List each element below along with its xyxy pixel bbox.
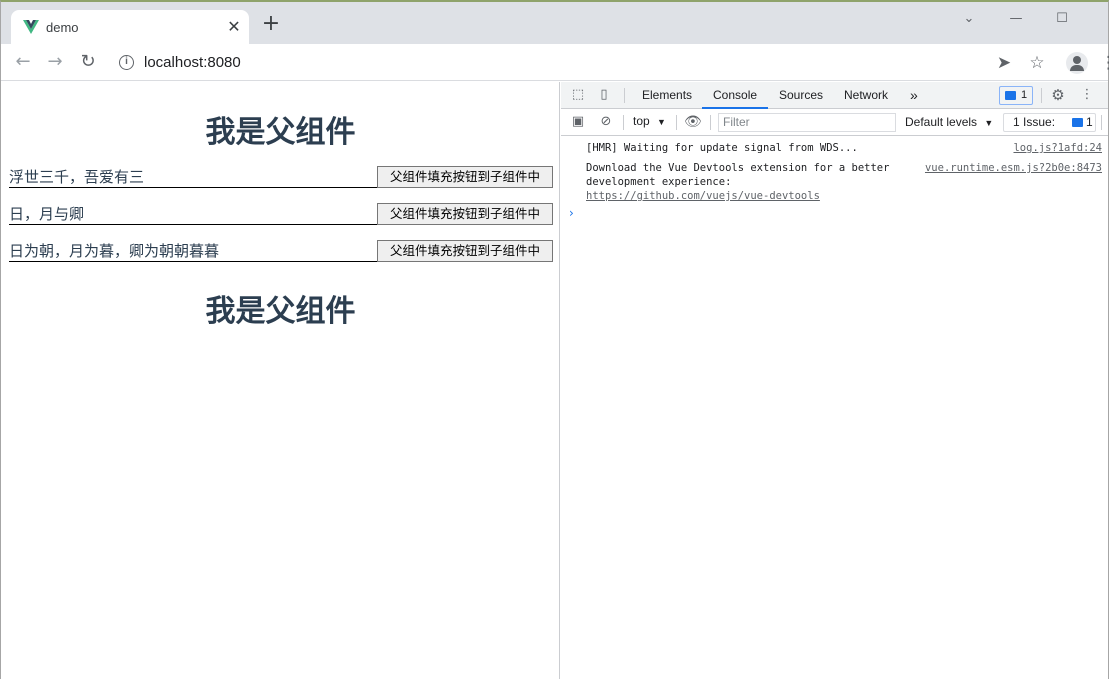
devtools-link[interactable]: https://github.com/vuejs/vue-devtools [586, 189, 889, 203]
levels-select[interactable]: Default levels ▼ [905, 115, 993, 129]
more-icon[interactable]: ⋮ [1079, 87, 1095, 103]
title-bar: demo ✕ + ⌄ — ☐ [1, 2, 1108, 45]
filter-input[interactable]: Filter [718, 113, 896, 132]
vue-logo-icon [23, 20, 39, 34]
tab-search-icon[interactable]: ⌄ [958, 8, 980, 30]
sidebar-toggle-icon[interactable]: ▣ [570, 114, 586, 130]
message-source-link[interactable]: vue.runtime.esm.js?2b0e:8473 [925, 161, 1102, 175]
divider [676, 115, 677, 130]
divider [1041, 88, 1042, 103]
browser-window: demo ✕ + ⌄ — ☐ ← → ↻ i localhost:8080 ➤ … [0, 0, 1109, 679]
issues-count: 1 [1086, 115, 1093, 129]
console-prompt[interactable]: › [569, 206, 574, 220]
message-source-link[interactable]: log.js?1afd:24 [1013, 141, 1102, 155]
context-select[interactable]: top ▼ [633, 114, 666, 128]
message-line: development experience: [586, 176, 732, 188]
list-item: 浮世三千，吾爱有三 父组件填充按钮到子组件中 [9, 166, 553, 190]
info-icon[interactable]: i [119, 55, 134, 70]
issues-label: 1 Issue: [1013, 115, 1056, 129]
chevron-down-icon: ▼ [657, 117, 666, 127]
device-toggle-icon[interactable]: ▯ [596, 87, 612, 103]
page-viewport: 我是父组件 浮世三千，吾爱有三 父组件填充按钮到子组件中 日，月与卿 父组件填充… [1, 82, 560, 679]
fill-button[interactable]: 父组件填充按钮到子组件中 [377, 203, 553, 225]
message-line: Download the Vue Devtools extension for … [586, 162, 890, 174]
more-icon[interactable]: ⋮ [1100, 53, 1109, 73]
chevron-down-icon: ▼ [984, 118, 994, 128]
eye-icon[interactable]: 👁 [684, 114, 702, 130]
console-filterbar: ▣ ⊘ top ▼ 👁 Filter Default levels ▼ 1 Is… [561, 109, 1108, 136]
console-message: Download the Vue Devtools extension for … [586, 161, 889, 203]
console-message: [HMR] Waiting for update signal from WDS… [586, 142, 858, 154]
console-output: [HMR] Waiting for update signal from WDS… [561, 137, 1108, 679]
browser-tab[interactable]: demo ✕ [11, 10, 249, 45]
parent-heading: 我是父组件 [205, 294, 356, 329]
tab-sources[interactable]: Sources [779, 82, 823, 109]
divider [624, 88, 625, 103]
forward-icon[interactable]: → [45, 52, 65, 72]
fill-button[interactable]: 父组件填充按钮到子组件中 [377, 166, 553, 188]
star-icon[interactable]: ☆ [1027, 53, 1047, 73]
send-icon[interactable]: ➤ [994, 53, 1014, 73]
devtools-tabbar: ⬚ ▯ Elements Console Sources Network » 1… [561, 82, 1108, 109]
gear-icon[interactable]: ⚙ [1050, 87, 1066, 103]
maximize-icon[interactable]: ☐ [1051, 8, 1073, 30]
more-tabs-icon[interactable]: » [910, 82, 918, 109]
tab-network[interactable]: Network [844, 82, 888, 109]
reload-icon[interactable]: ↻ [78, 52, 98, 72]
tab-close-icon[interactable]: ✕ [225, 18, 243, 36]
minimize-icon[interactable]: — [1005, 8, 1027, 30]
row-text: 浮世三千，吾爱有三 [9, 166, 377, 188]
new-tab-button[interactable]: + [260, 13, 282, 36]
address-bar[interactable]: localhost:8080 [144, 54, 241, 71]
divider [710, 115, 711, 130]
tab-elements[interactable]: Elements [642, 82, 692, 109]
list-item: 日，月与卿 父组件填充按钮到子组件中 [9, 203, 553, 227]
issue-icon [1072, 118, 1083, 127]
back-icon[interactable]: ← [13, 52, 33, 72]
context-value: top [633, 114, 650, 128]
fill-button[interactable]: 父组件填充按钮到子组件中 [377, 240, 553, 262]
address-toolbar: ← → ↻ i localhost:8080 ➤ ☆ ⋮ [1, 44, 1109, 81]
divider [1101, 115, 1102, 130]
messages-badge[interactable]: 1 [999, 86, 1033, 105]
devtools-panel: ⬚ ▯ Elements Console Sources Network » 1… [561, 82, 1108, 679]
profile-icon[interactable] [1066, 52, 1088, 74]
inspect-icon[interactable]: ⬚ [570, 87, 586, 103]
list-item: 日为朝，月为暮，卿为朝朝暮暮 父组件填充按钮到子组件中 [9, 240, 553, 264]
message-icon [1005, 91, 1016, 100]
tab-console[interactable]: Console [702, 82, 769, 109]
divider [623, 115, 624, 130]
row-text: 日为朝，月为暮，卿为朝朝暮暮 [9, 240, 377, 262]
row-text: 日，月与卿 [9, 203, 377, 225]
issues-button[interactable]: 1 Issue: 1 [1003, 113, 1096, 132]
levels-value: Default levels [905, 115, 978, 129]
clear-console-icon[interactable]: ⊘ [598, 114, 614, 130]
tab-title: demo [46, 20, 79, 35]
messages-count: 1 [1021, 89, 1028, 101]
parent-heading: 我是父组件 [205, 115, 356, 150]
